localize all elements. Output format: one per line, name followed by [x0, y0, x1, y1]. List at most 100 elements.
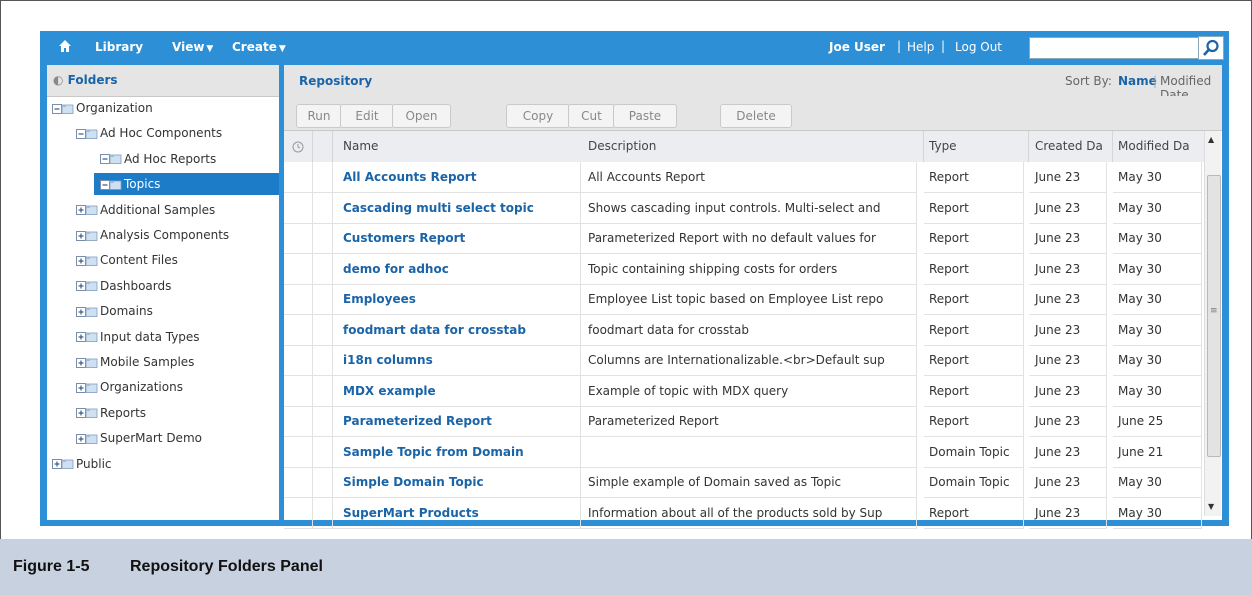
- table-row[interactable]: Cascading multi select topic Shows cascad…: [284, 192, 1204, 224]
- folder-item[interactable]: Topics: [94, 173, 279, 196]
- scroll-down-arrow-icon[interactable]: ▼: [1208, 502, 1214, 511]
- cell-name[interactable]: foodmart data for crosstab: [333, 314, 581, 346]
- cell-type: Report: [924, 192, 1024, 224]
- column-header-description[interactable]: Description: [581, 131, 924, 162]
- cell-name[interactable]: Sample Topic from Domain: [333, 436, 581, 468]
- cell-created-date: June 23: [1029, 314, 1107, 346]
- cell-name[interactable]: Parameterized Report: [333, 406, 581, 437]
- search-button[interactable]: [1198, 36, 1224, 60]
- expand-folder-icon[interactable]: [76, 230, 98, 242]
- expand-folder-icon[interactable]: [76, 357, 98, 369]
- edit-button[interactable]: Edit: [340, 104, 394, 128]
- collapse-folder-icon[interactable]: [52, 103, 74, 115]
- sort-name-link[interactable]: Name: [1118, 74, 1157, 88]
- column-header-created-date[interactable]: Created Da: [1029, 131, 1113, 162]
- scroll-thumb[interactable]: ≡: [1207, 175, 1221, 457]
- cell-description: Topic containing shipping costs for orde…: [581, 253, 917, 285]
- help-link[interactable]: Help: [907, 40, 934, 54]
- column-header-name[interactable]: Name: [333, 131, 591, 162]
- folder-item[interactable]: Analysis Components: [76, 224, 229, 246]
- column-header-schedule[interactable]: [284, 131, 313, 162]
- expand-folder-icon[interactable]: [76, 204, 98, 216]
- folder-item[interactable]: Domains: [76, 300, 153, 322]
- collapse-folder-icon[interactable]: [100, 179, 122, 191]
- cell-name[interactable]: i18n columns: [333, 345, 581, 376]
- expand-folder-icon[interactable]: [76, 407, 98, 419]
- top-menu-bar: Library View ▼ Create ▼ Joe User | Help | …: [40, 31, 1229, 62]
- folder-item[interactable]: Additional Samples: [76, 199, 215, 221]
- table-row[interactable]: i18n columns Columns are Internationaliza…: [284, 345, 1204, 376]
- cell-name[interactable]: All Accounts Report: [333, 162, 581, 193]
- expand-folder-icon[interactable]: [76, 306, 98, 318]
- cell-description: Columns are Internationalizable.<br>Defa…: [581, 345, 917, 376]
- table-row[interactable]: Sample Topic from Domain Domain Topic June…: [284, 436, 1204, 468]
- logout-link[interactable]: Log Out: [955, 40, 1002, 54]
- grip-icon: ≡: [1210, 306, 1218, 316]
- search-input[interactable]: [1029, 37, 1199, 59]
- delete-button[interactable]: Delete: [720, 104, 792, 128]
- folder-item[interactable]: Mobile Samples: [76, 351, 194, 373]
- expand-folder-icon[interactable]: [76, 382, 98, 394]
- cell-description: [581, 436, 917, 468]
- expand-folder-icon[interactable]: [76, 433, 98, 445]
- column-header-type[interactable]: Type: [924, 131, 1029, 162]
- folder-item[interactable]: Content Files: [76, 249, 178, 271]
- table-row[interactable]: Parameterized Report Parameterized Report…: [284, 406, 1204, 437]
- cell-created-date: June 23: [1029, 253, 1107, 285]
- separator: |: [897, 39, 902, 53]
- cell-description: foodmart data for crosstab: [581, 314, 917, 346]
- create-menu[interactable]: Create ▼: [232, 40, 286, 54]
- table-row[interactable]: Simple Domain Topic Simple example of Dom…: [284, 467, 1204, 498]
- cut-button[interactable]: Cut: [568, 104, 615, 128]
- table-row[interactable]: MDX example Example of topic with MDX que…: [284, 375, 1204, 407]
- folder-item[interactable]: Public: [52, 453, 112, 475]
- folder-item[interactable]: SuperMart Demo: [76, 427, 202, 449]
- cell-schedule: [284, 314, 313, 346]
- table-row[interactable]: Customers Report Parameterized Report wit…: [284, 223, 1204, 254]
- copy-button[interactable]: Copy: [506, 104, 570, 128]
- expand-folder-icon[interactable]: [76, 280, 98, 292]
- folder-item[interactable]: Ad Hoc Components: [76, 122, 222, 144]
- vertical-scrollbar[interactable]: ▲ ≡ ▼: [1204, 131, 1221, 516]
- column-header-modified-date[interactable]: Modified Da: [1113, 131, 1207, 162]
- cell-type: Report: [924, 345, 1024, 376]
- collapse-folder-icon[interactable]: [76, 128, 98, 140]
- cell-created-date: June 23: [1029, 497, 1107, 529]
- clock-icon: [292, 141, 304, 152]
- cell-name[interactable]: SuperMart Products: [333, 497, 581, 529]
- run-button[interactable]: Run: [296, 104, 342, 128]
- cell-modified-date: May 30: [1113, 467, 1202, 498]
- expand-folder-icon[interactable]: [52, 458, 74, 470]
- folder-item[interactable]: Organization: [52, 97, 153, 119]
- cell-name[interactable]: Employees: [333, 284, 581, 315]
- folder-item[interactable]: Organizations: [76, 376, 183, 398]
- folder-item[interactable]: Ad Hoc Reports: [100, 148, 216, 170]
- open-button[interactable]: Open: [392, 104, 451, 128]
- table-row[interactable]: demo for adhoc Topic containing shipping …: [284, 253, 1204, 285]
- library-menu[interactable]: Library: [95, 40, 143, 54]
- table-row[interactable]: Employees Employee List topic based on Em…: [284, 284, 1204, 315]
- paste-button[interactable]: Paste: [613, 104, 677, 128]
- table-row[interactable]: All Accounts Report All Accounts Report Re…: [284, 162, 1204, 193]
- view-menu[interactable]: View ▼: [172, 40, 213, 54]
- folder-icon[interactable]: [100, 153, 122, 165]
- folder-item[interactable]: Input data Types: [76, 326, 200, 348]
- table-row[interactable]: SuperMart Products Information about all …: [284, 497, 1204, 529]
- cell-name[interactable]: MDX example: [333, 375, 581, 407]
- user-name[interactable]: Joe User: [829, 40, 885, 54]
- cell-name[interactable]: Cascading multi select topic: [333, 192, 581, 224]
- cell-name[interactable]: demo for adhoc: [333, 253, 581, 285]
- collapse-panel-icon[interactable]: ◐: [53, 73, 63, 87]
- expand-folder-icon[interactable]: [76, 255, 98, 267]
- folder-item[interactable]: Reports: [76, 402, 146, 424]
- folder-item[interactable]: Dashboards: [76, 275, 171, 297]
- cell-name[interactable]: Customers Report: [333, 223, 581, 254]
- scroll-up-arrow-icon[interactable]: ▲: [1208, 135, 1214, 144]
- cell-description: Information about all of the products so…: [581, 497, 917, 529]
- cell-modified-date: May 30: [1113, 375, 1202, 407]
- expand-folder-icon[interactable]: [76, 331, 98, 343]
- table-row[interactable]: foodmart data for crosstab foodmart data …: [284, 314, 1204, 346]
- home-icon[interactable]: [58, 39, 72, 53]
- cell-name[interactable]: Simple Domain Topic: [333, 467, 581, 498]
- cell-description: Parameterized Report with no default val…: [581, 223, 917, 254]
